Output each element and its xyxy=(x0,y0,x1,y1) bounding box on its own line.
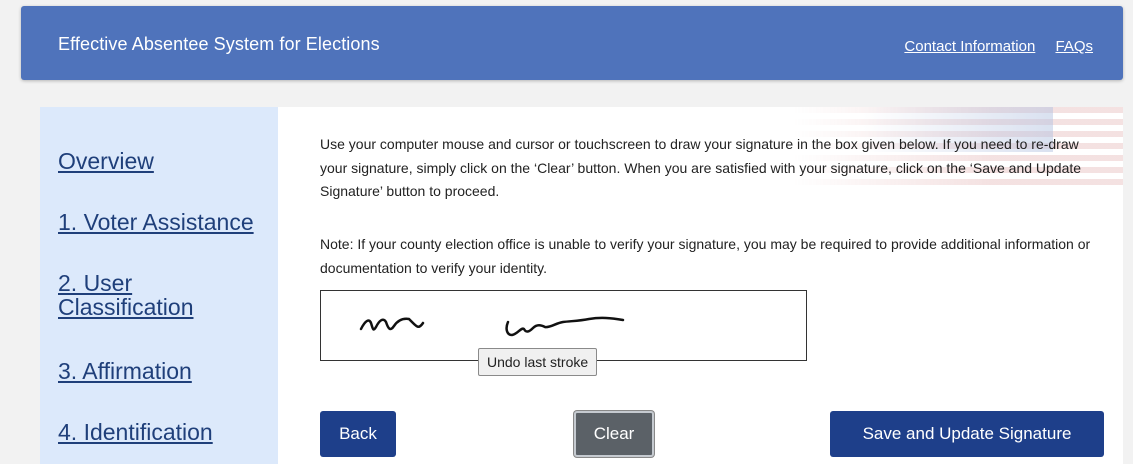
sidebar-item-voter-assistance[interactable]: 1. Voter Assistance xyxy=(58,210,254,234)
sidebar-item-identification[interactable]: 4. Identification xyxy=(58,420,213,444)
app-header: Effective Absentee System for Elections … xyxy=(21,6,1123,80)
signature-panel: Use your computer mouse and cursor or to… xyxy=(320,107,1120,464)
back-button[interactable]: Back xyxy=(320,411,396,457)
save-update-signature-button[interactable]: Save and Update Signature xyxy=(830,411,1104,457)
sidebar-item-user-classification[interactable]: 2. User Classification xyxy=(58,271,228,319)
sidebar-item-overview[interactable]: Overview xyxy=(58,149,154,173)
clear-button[interactable]: Clear xyxy=(574,411,654,457)
contact-information-link[interactable]: Contact Information xyxy=(904,38,1035,55)
header-links: Contact Information FAQs xyxy=(888,38,1093,55)
verification-note: Note: If your county election office is … xyxy=(320,236,1091,276)
sidebar-nav: Overview 1. Voter Assistance 2. User Cla… xyxy=(40,107,278,464)
app-title: Effective Absentee System for Elections xyxy=(58,34,380,54)
undo-last-stroke-button[interactable]: Undo last stroke xyxy=(478,348,598,376)
content-panel: Overview 1. Voter Assistance 2. User Cla… xyxy=(40,107,1123,464)
sidebar-item-affirmation[interactable]: 3. Affirmation xyxy=(58,359,192,383)
signature-instructions: Use your computer mouse and cursor or to… xyxy=(320,136,1082,199)
faqs-link[interactable]: FAQs xyxy=(1055,38,1093,55)
